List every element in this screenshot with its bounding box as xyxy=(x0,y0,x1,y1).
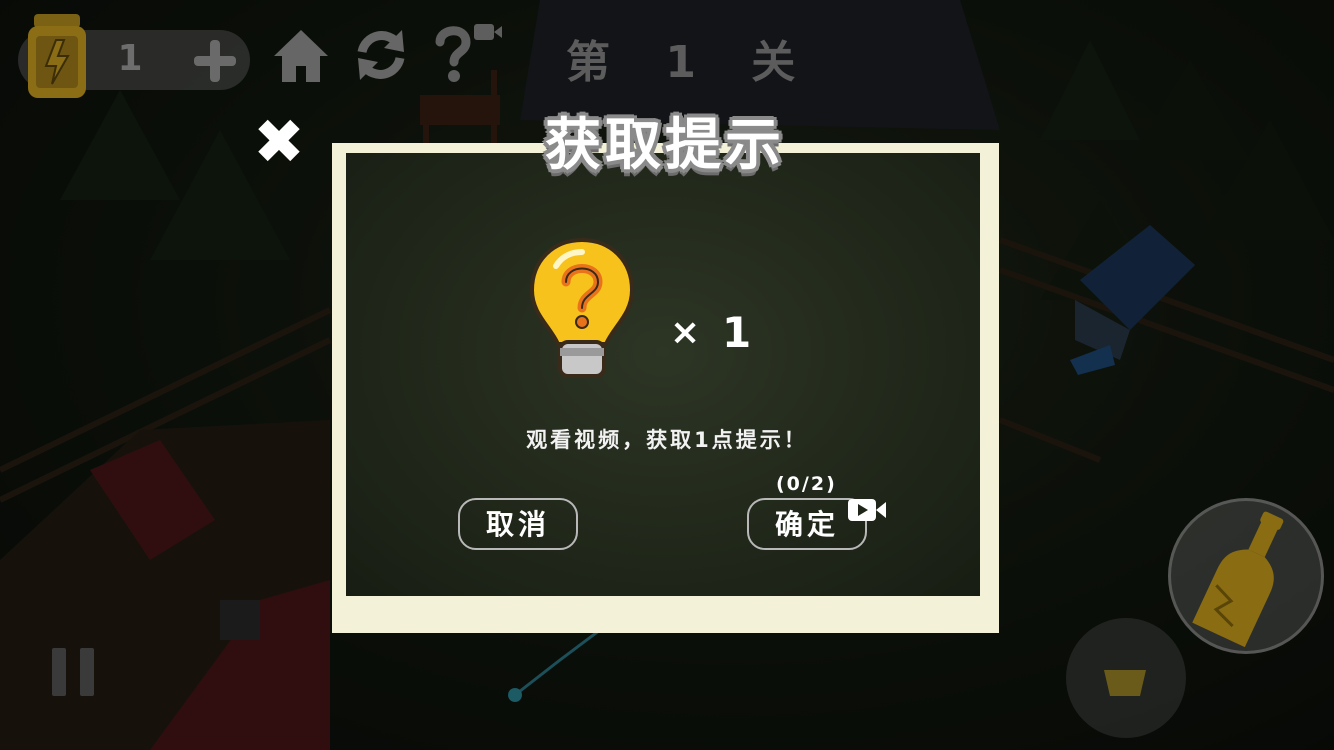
lightbulb-question-icon xyxy=(529,237,635,378)
hint-dialog-board xyxy=(346,153,980,596)
reward-multiplier: × xyxy=(670,312,701,353)
secondary-action-icon xyxy=(1104,670,1146,696)
energy-jar-icon xyxy=(28,14,86,98)
video-camera-icon xyxy=(848,499,886,521)
video-quota: (0/2) xyxy=(776,473,837,495)
question-video-icon[interactable] xyxy=(432,20,504,84)
close-icon[interactable]: ✖ xyxy=(252,111,306,173)
reward-count: 1 xyxy=(722,308,752,357)
bottle-button[interactable] xyxy=(1168,498,1324,654)
bottle-icon xyxy=(1192,511,1284,648)
secondary-action-button[interactable] xyxy=(1066,618,1186,738)
refresh-icon[interactable] xyxy=(352,26,410,84)
level-title: 第 1 关 xyxy=(566,37,816,88)
plus-icon[interactable] xyxy=(192,38,238,84)
dialog-title: 获取提示 xyxy=(545,113,785,178)
energy-count: 1 xyxy=(117,38,143,79)
home-icon[interactable] xyxy=(272,26,330,84)
cancel-button[interactable]: 取消 xyxy=(458,498,578,550)
dialog-message: 观看视频，获取1点提示！ xyxy=(526,428,808,452)
pause-icon[interactable] xyxy=(50,646,96,698)
